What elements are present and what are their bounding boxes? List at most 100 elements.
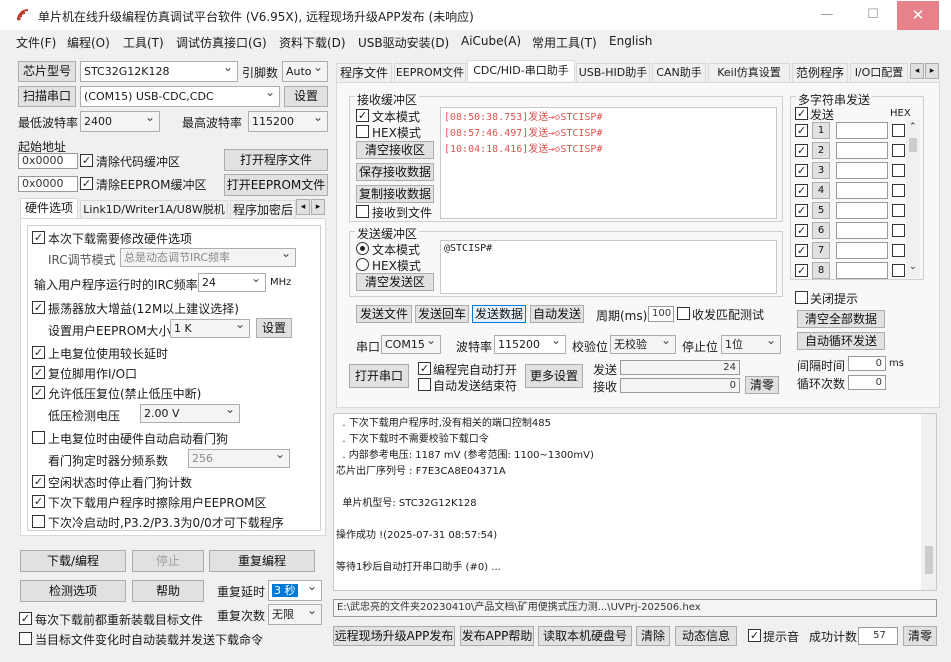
auto-send-button[interactable]: 自动发送	[530, 305, 584, 323]
port-select[interactable]: (COM15) USB-CDC,CDC	[80, 86, 280, 107]
log-scroll-thumb[interactable]	[925, 546, 933, 574]
tab-cdc-serial-assistant[interactable]: CDC/HID-串口助手	[467, 60, 575, 81]
send-data-button[interactable]: 发送数据	[472, 305, 526, 323]
multi-send-row-hex-checkbox[interactable]	[892, 244, 905, 257]
eeprom-size-select[interactable]: 1 K	[170, 319, 250, 338]
dynamic-info-button[interactable]: 动态信息	[675, 626, 737, 646]
tab-hardware-options[interactable]: 硬件选项	[20, 198, 78, 219]
multi-send-row-hex-checkbox[interactable]	[892, 124, 905, 137]
clear-count-button[interactable]: 清零	[745, 376, 779, 394]
tab-encryption[interactable]: 程序加密后	[230, 200, 296, 219]
min-baud-select[interactable]: 2400	[80, 111, 160, 132]
clear-receive-button[interactable]: 清空接收区	[356, 141, 434, 159]
wdt-div-select[interactable]: 256	[188, 449, 290, 468]
log-scrollbar[interactable]	[921, 414, 936, 590]
eeprom-size-set-button[interactable]: 设置	[256, 318, 292, 338]
help-button[interactable]: 帮助	[132, 580, 204, 602]
multi-send-row-button[interactable]: 1	[812, 122, 830, 139]
multi-send-row-hex-checkbox[interactable]	[892, 184, 905, 197]
tab-program-file[interactable]: 程序文件	[336, 63, 392, 82]
multi-send-all-checkbox[interactable]: ✓	[795, 107, 808, 120]
modify-hw-checkbox[interactable]: ✓	[32, 231, 45, 244]
right-tab-scroll-right-icon[interactable]: ▸	[925, 63, 939, 79]
loop-count-input[interactable]: 0	[848, 375, 886, 390]
menu-tools[interactable]: 工具(T)	[123, 34, 164, 51]
reset-io-checkbox[interactable]: ✓	[32, 366, 45, 379]
lvd-reset-checkbox[interactable]: ✓	[32, 386, 45, 399]
auto-on-change-checkbox[interactable]	[19, 632, 32, 645]
scroll-up-icon[interactable]: ⌃	[909, 122, 917, 132]
download-program-button[interactable]: 下载/编程	[20, 550, 126, 572]
multi-send-row-input[interactable]	[836, 222, 888, 239]
lvd-voltage-select[interactable]: 2.00 V	[140, 404, 240, 423]
scroll-down-icon[interactable]: ⌄	[909, 262, 917, 272]
irc-freq-select[interactable]: 24	[198, 273, 266, 292]
multi-send-row-checkbox[interactable]: ✓	[795, 124, 808, 137]
check-options-button[interactable]: 检测选项	[20, 580, 126, 602]
max-baud-select[interactable]: 115200	[248, 111, 328, 132]
multi-send-row-button[interactable]: 8	[812, 262, 830, 279]
recv-hex-mode-checkbox[interactable]	[356, 125, 369, 138]
publish-app-button[interactable]: 远程现场升级APP发布	[333, 626, 455, 646]
repeat-program-button[interactable]: 重复编程	[209, 550, 315, 572]
send-hex-mode-radio[interactable]	[356, 258, 369, 271]
chip-model-select[interactable]: STC32G12K128	[80, 61, 238, 82]
multi-send-row-hex-checkbox[interactable]	[892, 204, 905, 217]
multi-send-row-input[interactable]	[836, 262, 888, 279]
tab-usb-hid-assistant[interactable]: USB-HID助手	[576, 63, 650, 82]
parity-select[interactable]: 无校验	[610, 335, 676, 354]
clear-eeprom-checkbox[interactable]: ✓	[80, 177, 93, 190]
serial-port-select[interactable]: COM15	[381, 335, 441, 354]
tab-examples[interactable]: 范例程序	[792, 63, 848, 82]
publish-app-help-button[interactable]: 发布APP帮助	[460, 626, 534, 646]
copy-receive-button[interactable]: 复制接收数据	[356, 185, 434, 203]
osc-gain-checkbox[interactable]: ✓	[32, 301, 45, 314]
code-address-input[interactable]: 0x0000	[18, 153, 78, 169]
open-program-file-button[interactable]: 打开程序文件	[224, 149, 328, 171]
open-port-button[interactable]: 打开串口	[349, 364, 409, 388]
auto-open-checkbox[interactable]: ✓	[418, 362, 431, 375]
maximize-icon[interactable]: ☐	[850, 0, 896, 30]
multi-send-row-input[interactable]	[836, 182, 888, 199]
repeat-count-select[interactable]: 无限	[268, 604, 322, 625]
send-file-button[interactable]: 发送文件	[356, 305, 412, 323]
multi-send-row-checkbox[interactable]: ✓	[795, 204, 808, 217]
multi-send-row-checkbox[interactable]: ✓	[795, 244, 808, 257]
wdt-auto-checkbox[interactable]	[32, 431, 45, 444]
multi-send-row-button[interactable]: 4	[812, 182, 830, 199]
multi-send-row-input[interactable]	[836, 142, 888, 159]
auto-stop-checkbox[interactable]	[418, 378, 431, 391]
tab-scroll-left-icon[interactable]: ◂	[296, 199, 310, 215]
port-settings-button[interactable]: 设置	[284, 86, 328, 107]
menu-download[interactable]: 资料下载(D)	[279, 34, 346, 51]
tab-keil-settings[interactable]: Keil仿真设置	[708, 63, 790, 82]
chip-model-button[interactable]: 芯片型号	[18, 61, 76, 82]
menu-program[interactable]: 编程(O)	[67, 34, 110, 51]
cold-boot-checkbox[interactable]	[32, 515, 45, 528]
clear-send-button[interactable]: 清空发送区	[356, 273, 434, 291]
multi-send-row-button[interactable]: 5	[812, 202, 830, 219]
more-settings-button[interactable]: 更多设置	[525, 364, 583, 388]
read-disk-id-button[interactable]: 读取本机硬盘号	[538, 626, 632, 646]
save-receive-button[interactable]: 保存接收数据	[356, 163, 434, 181]
erase-eeprom-checkbox[interactable]: ✓	[32, 495, 45, 508]
close-tip-checkbox[interactable]	[795, 291, 808, 304]
stop-bits-select[interactable]: 1位	[721, 335, 781, 354]
auto-loop-send-button[interactable]: 自动循环发送	[797, 332, 885, 350]
interval-input[interactable]: 0	[848, 356, 886, 371]
right-tab-scroll-left-icon[interactable]: ◂	[910, 63, 924, 79]
stop-button[interactable]: 停止	[132, 550, 204, 572]
recv-to-file-checkbox[interactable]	[356, 205, 369, 218]
send-return-button[interactable]: 发送回车	[415, 305, 469, 323]
multi-send-row-hex-checkbox[interactable]	[892, 264, 905, 277]
multi-send-row-input[interactable]	[836, 162, 888, 179]
irc-mode-select[interactable]: 总是动态调节IRC频率	[120, 248, 296, 267]
power-delay-checkbox[interactable]: ✓	[32, 346, 45, 359]
output-log[interactable]: . 下次下载用户程序时,没有相关的端口控制485 . 下次下载时不需要校验下载口…	[333, 413, 937, 591]
period-input[interactable]: 100	[648, 306, 674, 322]
multi-send-row-checkbox[interactable]: ✓	[795, 144, 808, 157]
multi-send-row-button[interactable]: 7	[812, 242, 830, 259]
multi-send-row-hex-checkbox[interactable]	[892, 164, 905, 177]
multi-send-row-checkbox[interactable]: ✓	[795, 264, 808, 277]
multi-send-row-checkbox[interactable]: ✓	[795, 224, 808, 237]
